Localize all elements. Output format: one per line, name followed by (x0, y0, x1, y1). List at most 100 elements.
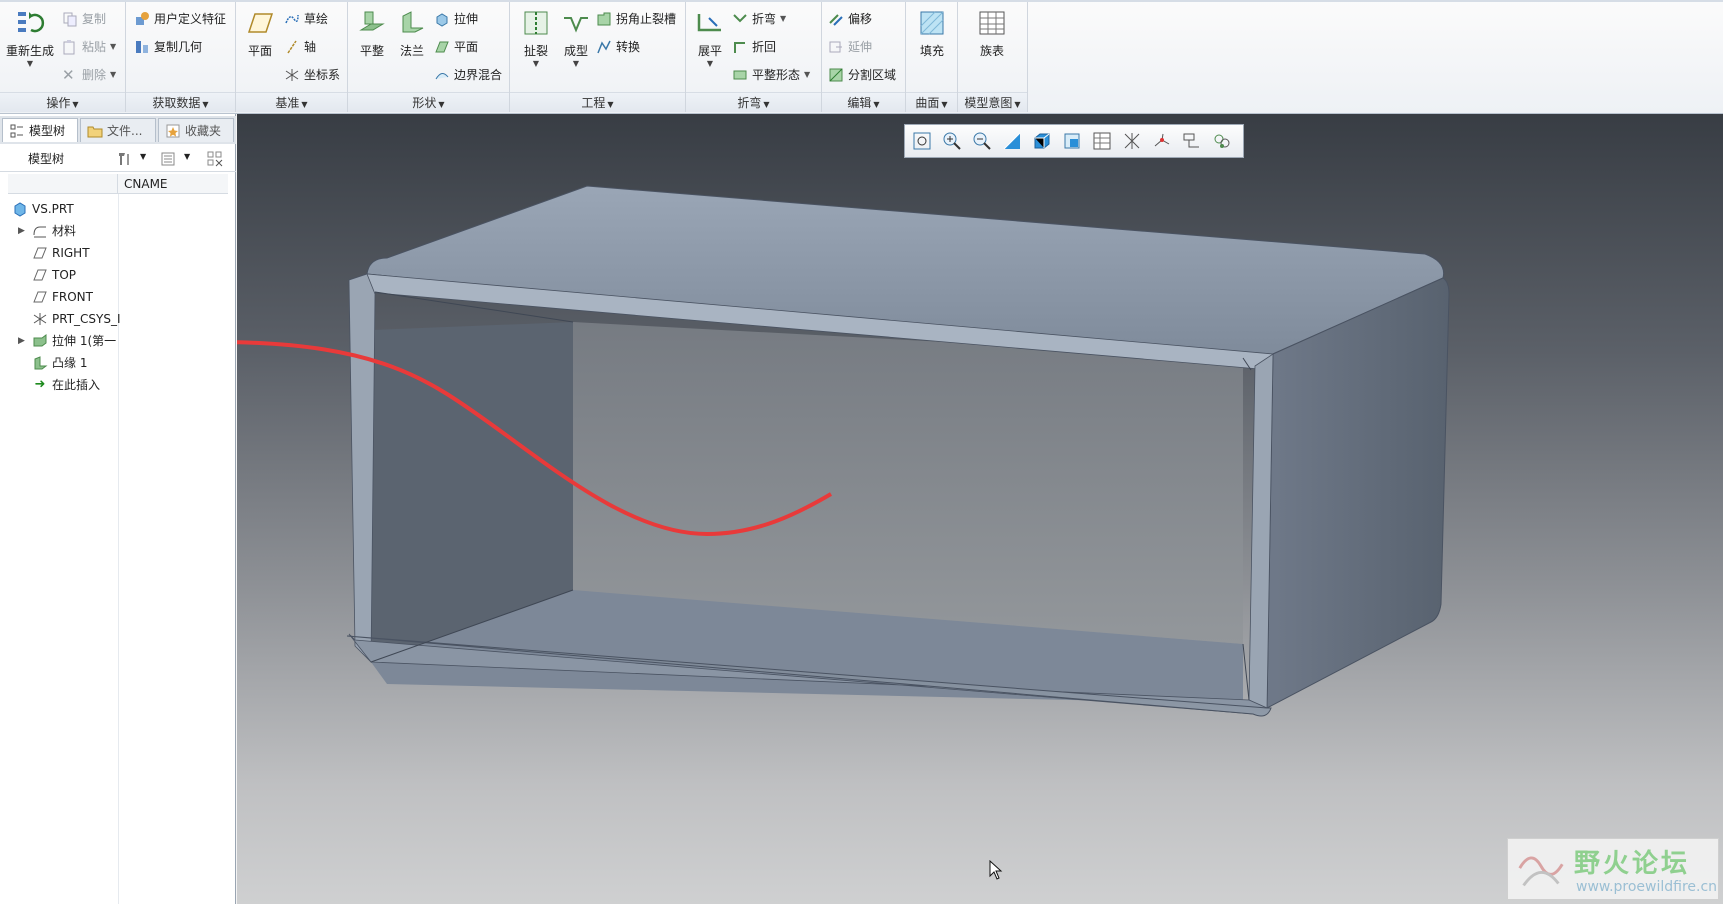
group-label-model-intent[interactable]: 模型意图 ▼ (958, 92, 1027, 112)
unbend-button[interactable]: 展平 ▼ (690, 8, 730, 68)
flange-wall-label: 法兰 (399, 44, 424, 58)
tree-item-label: RIGHT (52, 246, 90, 260)
paste-button[interactable]: 粘贴 ▼ (62, 36, 116, 58)
model-tree-panel: 模型树 文件... 收藏夹 模型树 ▼ ▼ CNAME VS.PRT ▶ 材料 … (0, 114, 236, 904)
chevron-down-icon: ▼ (202, 100, 209, 109)
material-icon (33, 226, 46, 238)
datum-plane-button[interactable]: 平面 (240, 8, 280, 59)
split-area-icon (829, 68, 843, 82)
copy-geometry-label: 复制几何 (154, 40, 203, 54)
offset-button[interactable]: 偏移 (828, 8, 872, 30)
tree-filters-icon[interactable] (206, 151, 224, 167)
group-bends: 展平 ▼ 折弯 ▼ 折回 平整形态 ▼ 折弯 ▼ (686, 2, 822, 112)
group-label-shapes[interactable]: 形状 ▼ (348, 92, 509, 112)
split-area-label: 分割区域 (848, 68, 897, 82)
rip-label: 扯裂 (523, 44, 548, 58)
sketch-button[interactable]: 草绘 (284, 8, 328, 30)
extend-icon (829, 41, 842, 53)
corner-relief-label: 拐角止裂槽 (616, 12, 677, 26)
extrude-wall-icon (33, 334, 47, 347)
bend-back-button[interactable]: 折回 (732, 36, 776, 58)
flat-wall-button[interactable]: 平整 (352, 8, 392, 59)
show-options-icon[interactable] (160, 151, 176, 167)
family-table-label: 族表 (979, 44, 1004, 58)
chevron-down-icon: ▼ (804, 70, 811, 79)
watermark-url: www.proewildfire.cn (1576, 879, 1718, 895)
flat-wall-label: 平整 (359, 44, 384, 58)
regenerate-button[interactable]: 重新生成 ▼ (6, 8, 54, 68)
group-label-text: 模型意图 (964, 96, 1013, 110)
tab-model-tree[interactable]: 模型树 (2, 118, 78, 142)
datum-plane-icon (247, 13, 274, 33)
expand-toggle[interactable]: ▶ (18, 220, 25, 242)
column-header-cname[interactable]: CNAME (124, 174, 168, 194)
forum-logo-icon (1518, 856, 1564, 887)
tab-label: 模型树 (29, 124, 66, 138)
copy-geometry-button[interactable]: 复制几何 (134, 36, 202, 58)
offset-icon (829, 14, 843, 26)
rip-icon (524, 11, 548, 35)
tree-column-name[interactable] (8, 174, 118, 194)
convert-icon (597, 40, 611, 54)
chevron-down-icon[interactable]: ▼ (140, 152, 146, 161)
tree-settings-icon[interactable] (116, 151, 132, 167)
form-label: 成型 (563, 44, 588, 58)
tree-item-label: 拉伸 1(第一 (52, 334, 117, 348)
mouse-cursor-icon (989, 860, 1003, 880)
tree-toolbar: 模型树 ▼ ▼ (0, 146, 236, 172)
tree-item-label: FRONT (52, 290, 93, 304)
convert-label: 转换 (616, 40, 641, 54)
group-label-text: 曲面 (915, 96, 940, 110)
flat-state-button[interactable]: 平整形态 ▼ (732, 64, 810, 86)
corner-relief-icon (597, 12, 611, 26)
csys-button[interactable]: 坐标系 (284, 64, 340, 86)
copy-button[interactable]: 复制 (62, 8, 106, 30)
forum-watermark: 野火论坛 www.proewildfire.cn (1507, 838, 1719, 900)
group-label-bends[interactable]: 折弯 ▼ (686, 92, 821, 112)
copy-label: 复制 (82, 12, 107, 26)
udf-button[interactable]: 用户定义特征 (134, 8, 226, 30)
extrude-button[interactable]: 拉伸 (434, 8, 478, 30)
graphics-viewport[interactable]: 野火论坛 www.proewildfire.cn (237, 114, 1723, 904)
form-button[interactable]: 成型 ▼ (556, 8, 596, 68)
group-label-engineering[interactable]: 工程 ▼ (510, 92, 685, 112)
group-label-surfaces[interactable]: 曲面 ▼ (906, 92, 957, 112)
family-table-button[interactable]: 族表 (972, 8, 1012, 59)
planar-label: 平面 (454, 40, 479, 54)
group-surfaces: 填充 曲面 ▼ (906, 2, 958, 112)
chevron-down-icon: ▼ (532, 59, 540, 68)
tab-label: 文件... (107, 124, 143, 138)
expand-toggle[interactable]: ▶ (18, 330, 25, 352)
boundary-blend-button[interactable]: 边界混合 (434, 64, 502, 86)
bend-button[interactable]: 折弯 ▼ (732, 8, 786, 30)
group-label-operations[interactable]: 操作 ▼ (0, 92, 125, 112)
delete-button[interactable]: ✕ 删除 ▼ (62, 64, 116, 86)
tab-folder-browser[interactable]: 文件... (80, 118, 156, 142)
udf-icon (136, 12, 149, 25)
fill-button[interactable]: 填充 (912, 8, 952, 59)
flange-wall-button[interactable]: 法兰 (392, 8, 432, 59)
split-area-button[interactable]: 分割区域 (828, 64, 896, 86)
axis-button[interactable]: 轴 (284, 36, 316, 58)
group-label-datum[interactable]: 基准 ▼ (236, 92, 347, 112)
planar-button[interactable]: 平面 (434, 36, 478, 58)
group-label-editing[interactable]: 编辑 ▼ (822, 92, 905, 112)
udf-label: 用户定义特征 (154, 12, 227, 26)
tab-label: 收藏夹 (185, 124, 222, 138)
extend-button[interactable]: 延伸 (828, 36, 872, 58)
watermark-title: 野火论坛 (1574, 849, 1691, 879)
tree-item-label: VS.PRT (32, 202, 74, 216)
delete-icon: ✕ (62, 66, 75, 84)
bend-label: 折弯 (752, 12, 777, 26)
flat-state-label: 平整形态 (752, 68, 801, 82)
chevron-down-icon[interactable]: ▼ (184, 152, 190, 161)
group-operations: 重新生成 ▼ 复制 粘贴 ▼ ✕ 删除 ▼ 操作 ▼ (0, 2, 126, 112)
tree-item-label: TOP (52, 268, 77, 282)
corner-relief-button[interactable]: 拐角止裂槽 (596, 8, 676, 30)
tab-favorites[interactable]: 收藏夹 (158, 118, 234, 142)
rip-button[interactable]: 扯裂 ▼ (516, 8, 556, 68)
unbend-icon (697, 14, 721, 32)
convert-button[interactable]: 转换 (596, 36, 640, 58)
group-label-get-data[interactable]: 获取数据 ▼ (126, 92, 235, 112)
insert-here-icon: ➜ (34, 377, 46, 392)
